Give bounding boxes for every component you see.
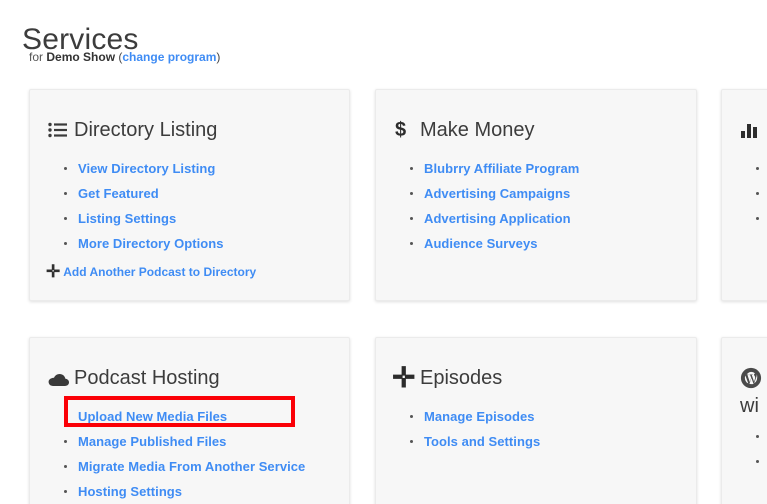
card-link-list — [722, 424, 767, 474]
list-item: Get Featured — [64, 181, 349, 206]
link-advertising-campaigns[interactable]: Advertising Campaigns — [424, 186, 570, 201]
card-row-1: Directory Listing View Directory Listing… — [0, 89, 767, 301]
link-audience-surveys[interactable]: Audience Surveys — [424, 236, 538, 251]
link-blubrry-affiliate-program[interactable]: Blubrry Affiliate Program — [424, 161, 579, 176]
list-item: Tools and Settings — [410, 429, 696, 454]
card-make-money[interactable]: $ Make Money Blubrry Affiliate Program A… — [375, 89, 697, 301]
list-item: More Directory Options — [64, 231, 349, 256]
list-item: Manage Published Files — [64, 429, 349, 454]
link-upload-new-media-files[interactable]: Upload New Media Files — [78, 409, 227, 424]
change-program-link[interactable]: change program — [122, 50, 216, 64]
list-icon — [48, 118, 74, 142]
program-name: Demo Show — [46, 50, 116, 64]
card-directory-listing[interactable]: Directory Listing View Directory Listing… — [29, 89, 350, 301]
list-item: Migrate Media From Another Service — [64, 454, 349, 479]
dollar-icon: $ — [395, 119, 407, 141]
card-row-2: Podcast Hosting Upload New Media Files M… — [0, 337, 767, 504]
card-link-list: Blubrry Affiliate Program Advertising Ca… — [376, 156, 696, 256]
link-migrate-media-from-another-service[interactable]: Migrate Media From Another Service — [78, 459, 305, 474]
plus-icon: ✛ — [46, 262, 61, 281]
card-title: Podcast Hosting — [74, 367, 220, 389]
list-item: Audience Surveys — [410, 231, 696, 256]
subtitle-prefix: for — [29, 50, 44, 64]
card-header — [740, 116, 767, 144]
link-view-directory-listing[interactable]: View Directory Listing — [78, 161, 215, 176]
list-item: Upload New Media Files — [64, 404, 349, 429]
link-more-directory-options[interactable]: More Directory Options — [78, 236, 224, 251]
list-item: Advertising Campaigns — [410, 181, 696, 206]
paren-close: ) — [216, 50, 221, 64]
link-add-another-podcast[interactable]: Add Another Podcast to Directory — [63, 265, 256, 279]
card-statistics[interactable] — [721, 89, 767, 301]
link-get-featured[interactable]: Get Featured — [78, 186, 159, 201]
link-listing-settings[interactable]: Listing Settings — [78, 211, 176, 226]
list-item: Advertising Application — [410, 206, 696, 231]
card-header: $ Make Money — [394, 116, 696, 144]
add-podcast-row[interactable]: ✛ Add Another Podcast to Directory — [46, 262, 349, 281]
card-header: ✛ Episodes — [392, 362, 696, 393]
card-title: Make Money — [420, 119, 535, 141]
services-card-grid: Directory Listing View Directory Listing… — [0, 89, 767, 504]
link-advertising-application[interactable]: Advertising Application — [424, 211, 571, 226]
card-link-list: View Directory Listing Get Featured List… — [30, 156, 349, 256]
card-link-list: Manage Episodes Tools and Settings — [376, 404, 696, 454]
card-link-list: Upload New Media Files Manage Published … — [30, 404, 349, 504]
link-hosting-settings[interactable]: Hosting Settings — [78, 484, 182, 499]
list-item: Listing Settings — [64, 206, 349, 231]
list-item: Blubrry Affiliate Program — [410, 156, 696, 181]
card-title: Episodes — [420, 367, 503, 389]
link-manage-published-files[interactable]: Manage Published Files — [78, 434, 226, 449]
list-item: Manage Episodes — [410, 404, 696, 429]
cloud-icon — [48, 365, 74, 391]
card-link-list — [722, 156, 767, 231]
plus-icon: ✛ — [392, 362, 416, 393]
card-header: Podcast Hosting — [48, 364, 349, 392]
link-tools-and-settings[interactable]: Tools and Settings — [424, 434, 540, 449]
card-wordpress[interactable]: wi — [721, 337, 767, 504]
wordpress-icon — [740, 366, 766, 390]
card-header — [740, 364, 767, 392]
card-episodes[interactable]: ✛ Episodes Manage Episodes Tools and Set… — [375, 337, 697, 504]
program-subtitle: for Demo Show (change program) — [29, 48, 220, 66]
card-title: wi — [740, 395, 759, 417]
list-item: View Directory Listing — [64, 156, 349, 181]
list-item: Hosting Settings — [64, 479, 349, 504]
services-page: Services for Demo Show (change program) — [0, 0, 767, 504]
card-podcast-hosting[interactable]: Podcast Hosting Upload New Media Files M… — [29, 337, 350, 504]
bar-chart-icon — [740, 118, 766, 142]
card-header: Directory Listing — [48, 116, 349, 144]
link-manage-episodes[interactable]: Manage Episodes — [424, 409, 535, 424]
card-title: Directory Listing — [74, 119, 218, 141]
